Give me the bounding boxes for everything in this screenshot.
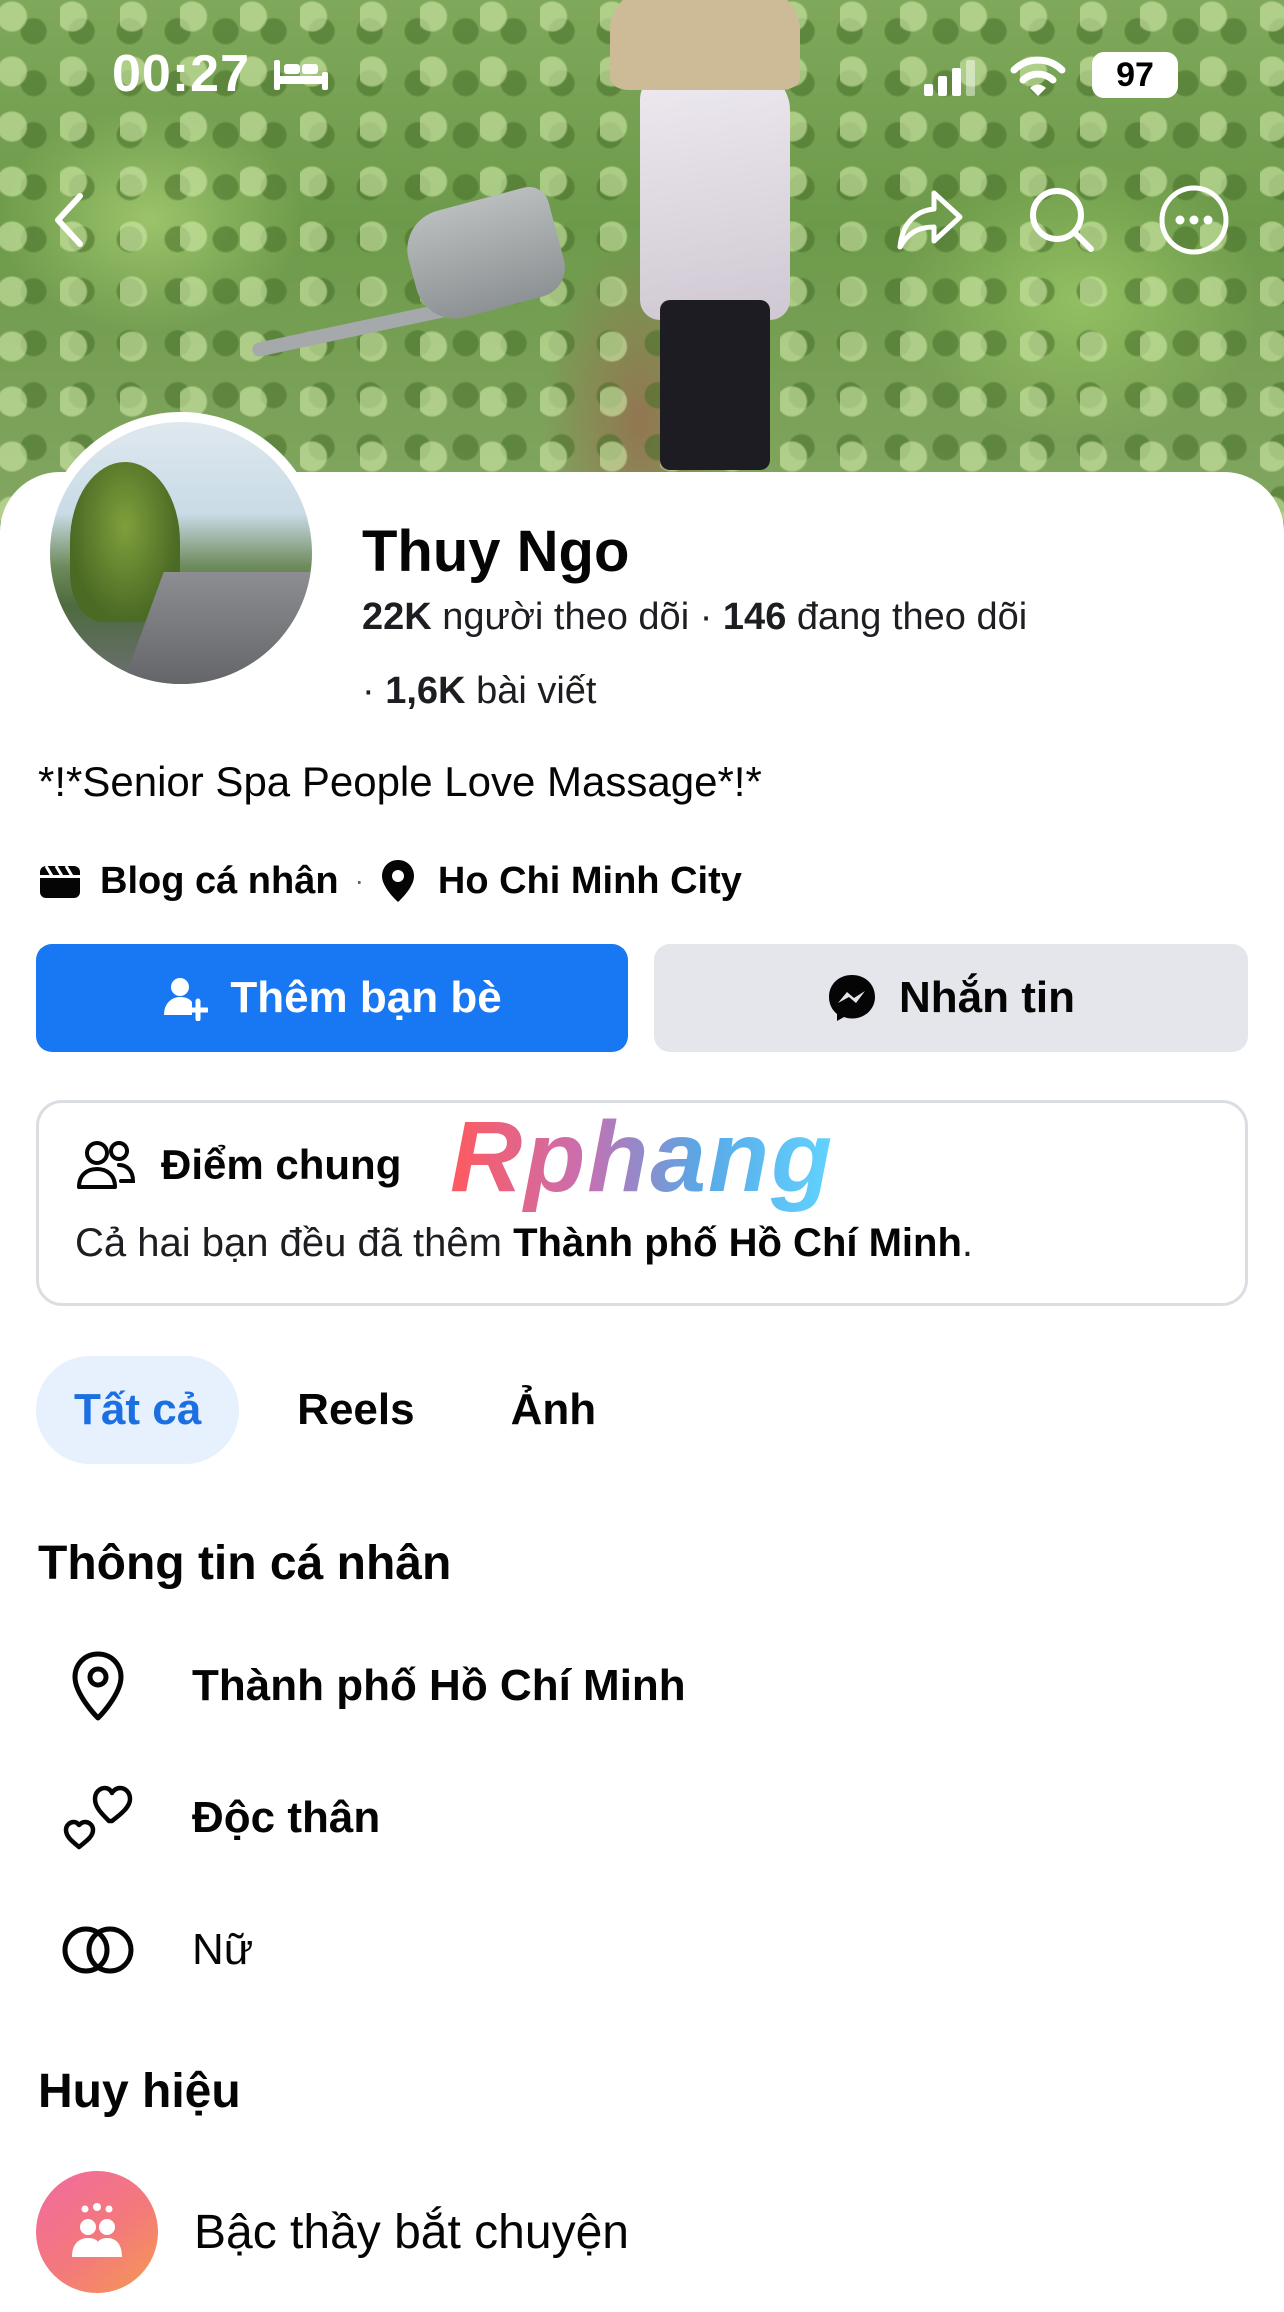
share-icon xyxy=(897,190,963,250)
search-button[interactable] xyxy=(1022,180,1102,260)
info-gender-label: Nữ xyxy=(192,1925,254,1974)
profile-stats: 22K người theo dõi · 146 đang theo dõi xyxy=(362,596,1027,639)
content-tabs: Tất cả Reels Ảnh xyxy=(36,1356,654,1464)
message-button[interactable]: Nhắn tin xyxy=(654,944,1248,1052)
watermark-logo: Rphang xyxy=(450,1101,835,1213)
search-icon xyxy=(1030,188,1094,252)
badges-title: Huy hiệu xyxy=(38,2065,241,2118)
mutual-text-bold: Thành phố Hồ Chí Minh xyxy=(513,1221,962,1265)
back-button[interactable] xyxy=(30,180,110,260)
tab-photos[interactable]: Ảnh xyxy=(473,1356,635,1464)
more-icon xyxy=(1159,185,1229,255)
profile-posts: · 1,6K bài viết xyxy=(362,670,596,713)
info-gender-icon-wrap xyxy=(58,1910,138,1990)
add-friend-button[interactable]: Thêm bạn bè xyxy=(36,944,628,1052)
person-pants xyxy=(660,300,770,470)
info-location-icon-wrap xyxy=(58,1646,138,1726)
battery-icon: 97 xyxy=(1092,52,1178,98)
posts-count: 1,6K xyxy=(385,670,466,712)
personal-info-title: Thông tin cá nhân xyxy=(38,1537,452,1590)
mutual-text: Cả hai bạn đều đã thêm Thành phố Hồ Chí … xyxy=(75,1221,973,1266)
profile-category: Blog cá nhân xyxy=(100,859,339,902)
badge-item[interactable]: Bậc thầy bắt chuyện xyxy=(36,2170,629,2294)
info-row-relationship: Độc thân xyxy=(58,1778,380,1858)
message-label: Nhắn tin xyxy=(899,973,1075,1022)
following-label[interactable]: đang theo dõi xyxy=(797,596,1027,638)
badge-label: Bậc thầy bắt chuyện xyxy=(194,2205,629,2259)
people-group-icon xyxy=(72,2203,122,2257)
info-hearts-icon-wrap xyxy=(58,1778,138,1858)
profile-bio: *!*Senior Spa People Love Massage*!* xyxy=(38,758,762,805)
followers-count[interactable]: 22K xyxy=(362,596,432,638)
signal-icon xyxy=(924,60,975,96)
tab-reels[interactable]: Reels xyxy=(259,1356,452,1464)
share-button[interactable] xyxy=(890,180,970,260)
tab-all[interactable]: Tất cả xyxy=(36,1356,240,1464)
gender-rings-icon xyxy=(62,1926,134,1974)
info-row-location[interactable]: Thành phố Hồ Chí Minh xyxy=(58,1646,686,1726)
followers-label[interactable]: người theo dõi xyxy=(442,596,689,638)
posts-label: bài viết xyxy=(476,670,597,712)
location-pin-icon xyxy=(72,1651,124,1721)
people-icon xyxy=(77,1141,136,1189)
clapperboard-icon xyxy=(40,865,80,898)
mutual-header: Điểm chung xyxy=(75,1137,401,1193)
mutual-text-suffix: . xyxy=(961,1221,974,1265)
back-icon xyxy=(55,193,83,247)
conversation-starter-icon xyxy=(36,2171,158,2293)
more-button[interactable] xyxy=(1154,180,1234,260)
info-relationship-label: Độc thân xyxy=(192,1793,381,1842)
info-row-gender: Nữ xyxy=(58,1910,253,1990)
bed-icon xyxy=(274,60,328,90)
mutual-title: Điểm chung xyxy=(161,1141,402,1188)
status-time: 00:27 xyxy=(112,45,250,103)
avatar[interactable] xyxy=(50,422,312,684)
posts-separator: · xyxy=(362,670,375,712)
hearts-icon xyxy=(63,1785,133,1850)
battery-level: 97 xyxy=(1116,56,1154,94)
profile-location[interactable]: Ho Chi Minh City xyxy=(438,860,742,903)
add-friend-label: Thêm bạn bè xyxy=(230,973,502,1022)
messenger-icon xyxy=(829,975,875,1021)
following-count[interactable]: 146 xyxy=(723,596,786,638)
status-bar: 00:27 97 xyxy=(0,0,1284,150)
mutual-text-prefix: Cả hai bạn đều đã thêm xyxy=(75,1221,502,1265)
meta-separator: · xyxy=(354,865,364,896)
wifi-icon xyxy=(1010,56,1066,96)
location-pin-icon xyxy=(381,860,414,902)
profile-name: Thuy Ngo xyxy=(362,519,630,584)
profile-meta: Blog cá nhân · Ho Chi Minh City xyxy=(38,856,742,906)
action-buttons: Thêm bạn bè Nhắn tin xyxy=(36,944,1248,1052)
add-friend-icon xyxy=(164,978,209,1021)
stats-separator: · xyxy=(699,596,713,638)
info-location-label: Thành phố Hồ Chí Minh xyxy=(192,1661,686,1710)
